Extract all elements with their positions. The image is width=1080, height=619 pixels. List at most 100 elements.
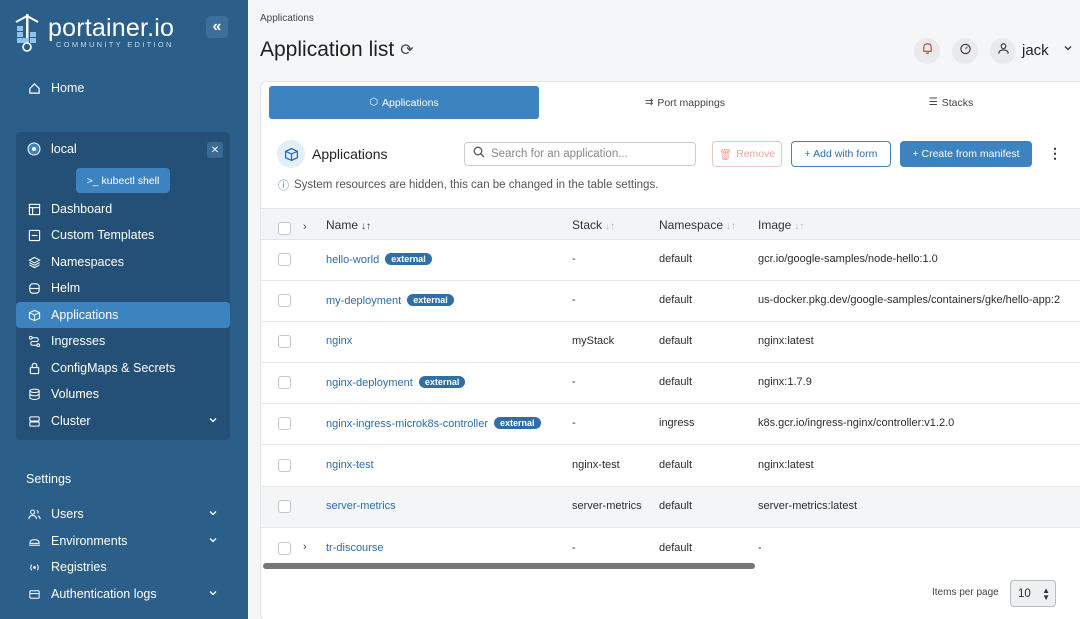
table-row[interactable]: nginx myStack default nginx:latest [261, 322, 1080, 363]
sidebar-item-cluster[interactable]: Cluster [16, 408, 230, 434]
horizontal-scrollbar[interactable] [263, 563, 755, 569]
sort-icon: ↓↑ [794, 221, 805, 232]
namespace-cell: default [659, 542, 693, 554]
tab-label: Port mappings [657, 96, 726, 109]
panel-title: Applications [312, 146, 388, 162]
namespace-cell: ingress [659, 417, 695, 429]
user-name[interactable]: jack [1022, 42, 1049, 59]
row-checkbox[interactable] [278, 253, 291, 266]
column-stack[interactable]: Stack ↓↑ [572, 218, 615, 232]
search-icon [473, 145, 485, 163]
app-name-cell[interactable]: nginx-deployment external [326, 376, 466, 389]
external-badge: external [385, 253, 432, 265]
search-box[interactable] [464, 142, 696, 166]
environment-name: local [51, 142, 77, 156]
image-cell: k8s.gcr.io/ingress-nginx/controller:v1.2… [758, 417, 955, 429]
external-badge: external [494, 417, 541, 429]
box-icon [26, 307, 42, 323]
notifications-button[interactable] [914, 38, 940, 64]
sidebar-item-configmaps-secrets[interactable]: ConfigMaps & Secrets [16, 355, 230, 381]
sidebar-item-label: Ingresses [51, 334, 106, 348]
lock-icon [26, 360, 42, 376]
sidebar-item-label: ConfigMaps & Secrets [51, 361, 176, 375]
row-checkbox[interactable] [278, 417, 291, 430]
sidebar-item-home[interactable]: Home [16, 75, 230, 101]
breadcrumb[interactable]: Applications [260, 13, 314, 24]
items-per-page-select[interactable]: 10 ▲ ▼ [1010, 580, 1056, 607]
table-row[interactable]: hello-world external - default gcr.io/goo… [261, 240, 1080, 281]
app-name-cell[interactable]: tr-discourse [326, 542, 383, 554]
close-environment-button[interactable]: ✕ [207, 142, 223, 158]
app-name-cell[interactable]: nginx-test [326, 459, 374, 471]
sidebar-item-authentication-logs[interactable]: Authentication logs [16, 581, 230, 607]
table-row[interactable]: server-metrics server-metrics default se… [261, 487, 1080, 528]
radio-icon [26, 559, 42, 575]
search-input[interactable] [491, 148, 686, 160]
namespace-cell: default [659, 335, 693, 347]
image-cell: - [758, 542, 762, 554]
sidebar-item-ingresses[interactable]: Ingresses [16, 328, 230, 354]
app-name-cell[interactable]: server-metrics [326, 500, 396, 512]
server-icon [26, 413, 42, 429]
row-checkbox[interactable] [278, 459, 291, 472]
table-row[interactable]: nginx-deployment external - default nginx… [261, 363, 1080, 404]
refresh-icon[interactable]: ⟳ [400, 40, 413, 60]
tab-applications[interactable]: ⬡ Applications [269, 86, 539, 119]
help-button[interactable] [952, 38, 978, 64]
table-row[interactable]: nginx-test nginx-test default nginx:late… [261, 446, 1080, 487]
sidebar-item-dashboard[interactable]: Dashboard [16, 196, 230, 222]
row-checkbox[interactable] [278, 542, 291, 555]
row-checkbox[interactable] [278, 500, 291, 513]
sidebar-item-label: Volumes [51, 387, 99, 401]
sidebar-item-applications[interactable]: Applications [16, 302, 230, 328]
sidebar-item-volumes[interactable]: Volumes [16, 381, 230, 407]
expand-row-icon[interactable]: › [303, 541, 307, 553]
table-row[interactable]: my-deployment external - default us-docke… [261, 281, 1080, 322]
row-checkbox[interactable] [278, 335, 291, 348]
more-options-icon[interactable]: ⋮ [1048, 146, 1062, 160]
user-icon [997, 42, 1010, 60]
tab-label: Applications [382, 96, 439, 109]
row-checkbox[interactable] [278, 376, 291, 389]
stack-cell: - [572, 253, 576, 265]
sidebar-item-environments[interactable]: Environments [16, 528, 230, 554]
app-name-cell[interactable]: hello-world external [326, 253, 432, 266]
sidebar-item-helm[interactable]: Helm [16, 275, 230, 301]
sort-desc-icon: ↓↑ [361, 221, 372, 232]
route-icon [26, 333, 42, 349]
stopwatch-icon [959, 42, 972, 60]
info-text: System resources are hidden, this can be… [294, 179, 659, 191]
table-row[interactable]: nginx-ingress-microk8s-controller externa… [261, 404, 1080, 445]
external-badge: external [407, 294, 454, 306]
row-checkbox[interactable] [278, 294, 291, 307]
templates-icon [26, 227, 42, 243]
tab-stacks[interactable]: ☰ Stacks [820, 86, 1080, 119]
page-title: Application list ⟳ [260, 38, 414, 62]
add-with-form-button[interactable]: + Add with form [791, 141, 891, 167]
collapse-sidebar-button[interactable]: « [206, 16, 228, 38]
kubectl-shell-button[interactable]: >_ kubectl shell [76, 168, 170, 193]
user-avatar[interactable] [990, 38, 1016, 64]
sort-icon: ↓↑ [726, 221, 737, 232]
sidebar-item-namespaces[interactable]: Namespaces [16, 249, 230, 275]
chevron-down-icon[interactable] [1063, 43, 1073, 56]
tab-port-mappings[interactable]: ⇉ Port mappings [550, 86, 820, 119]
expand-all-icon[interactable]: › [303, 221, 307, 233]
column-name[interactable]: Name ↓↑ [326, 218, 371, 232]
select-all-checkbox[interactable] [278, 222, 291, 235]
sidebar-item-custom-templates[interactable]: Custom Templates [16, 222, 230, 248]
app-name-cell[interactable]: nginx [326, 335, 352, 347]
app-name-cell[interactable]: my-deployment external [326, 294, 454, 307]
sidebar-item-label: Custom Templates [51, 228, 155, 242]
sidebar-item-users[interactable]: Users [16, 501, 230, 527]
column-namespace[interactable]: Namespace ↓↑ [659, 218, 736, 232]
sidebar-item-label: Helm [51, 281, 81, 295]
column-image[interactable]: Image ↓↑ [758, 218, 804, 232]
helm-icon [26, 280, 42, 296]
remove-button[interactable]: 🗑 Remove [712, 141, 782, 167]
brand-logo[interactable]: portainer.io COMMUNITY EDITION [14, 14, 174, 52]
sidebar-item-registries[interactable]: Registries [16, 554, 230, 580]
home-icon [26, 80, 42, 96]
create-from-manifest-button[interactable]: + Create from manifest [900, 141, 1032, 167]
app-name-cell[interactable]: nginx-ingress-microk8s-controller externa… [326, 417, 541, 430]
